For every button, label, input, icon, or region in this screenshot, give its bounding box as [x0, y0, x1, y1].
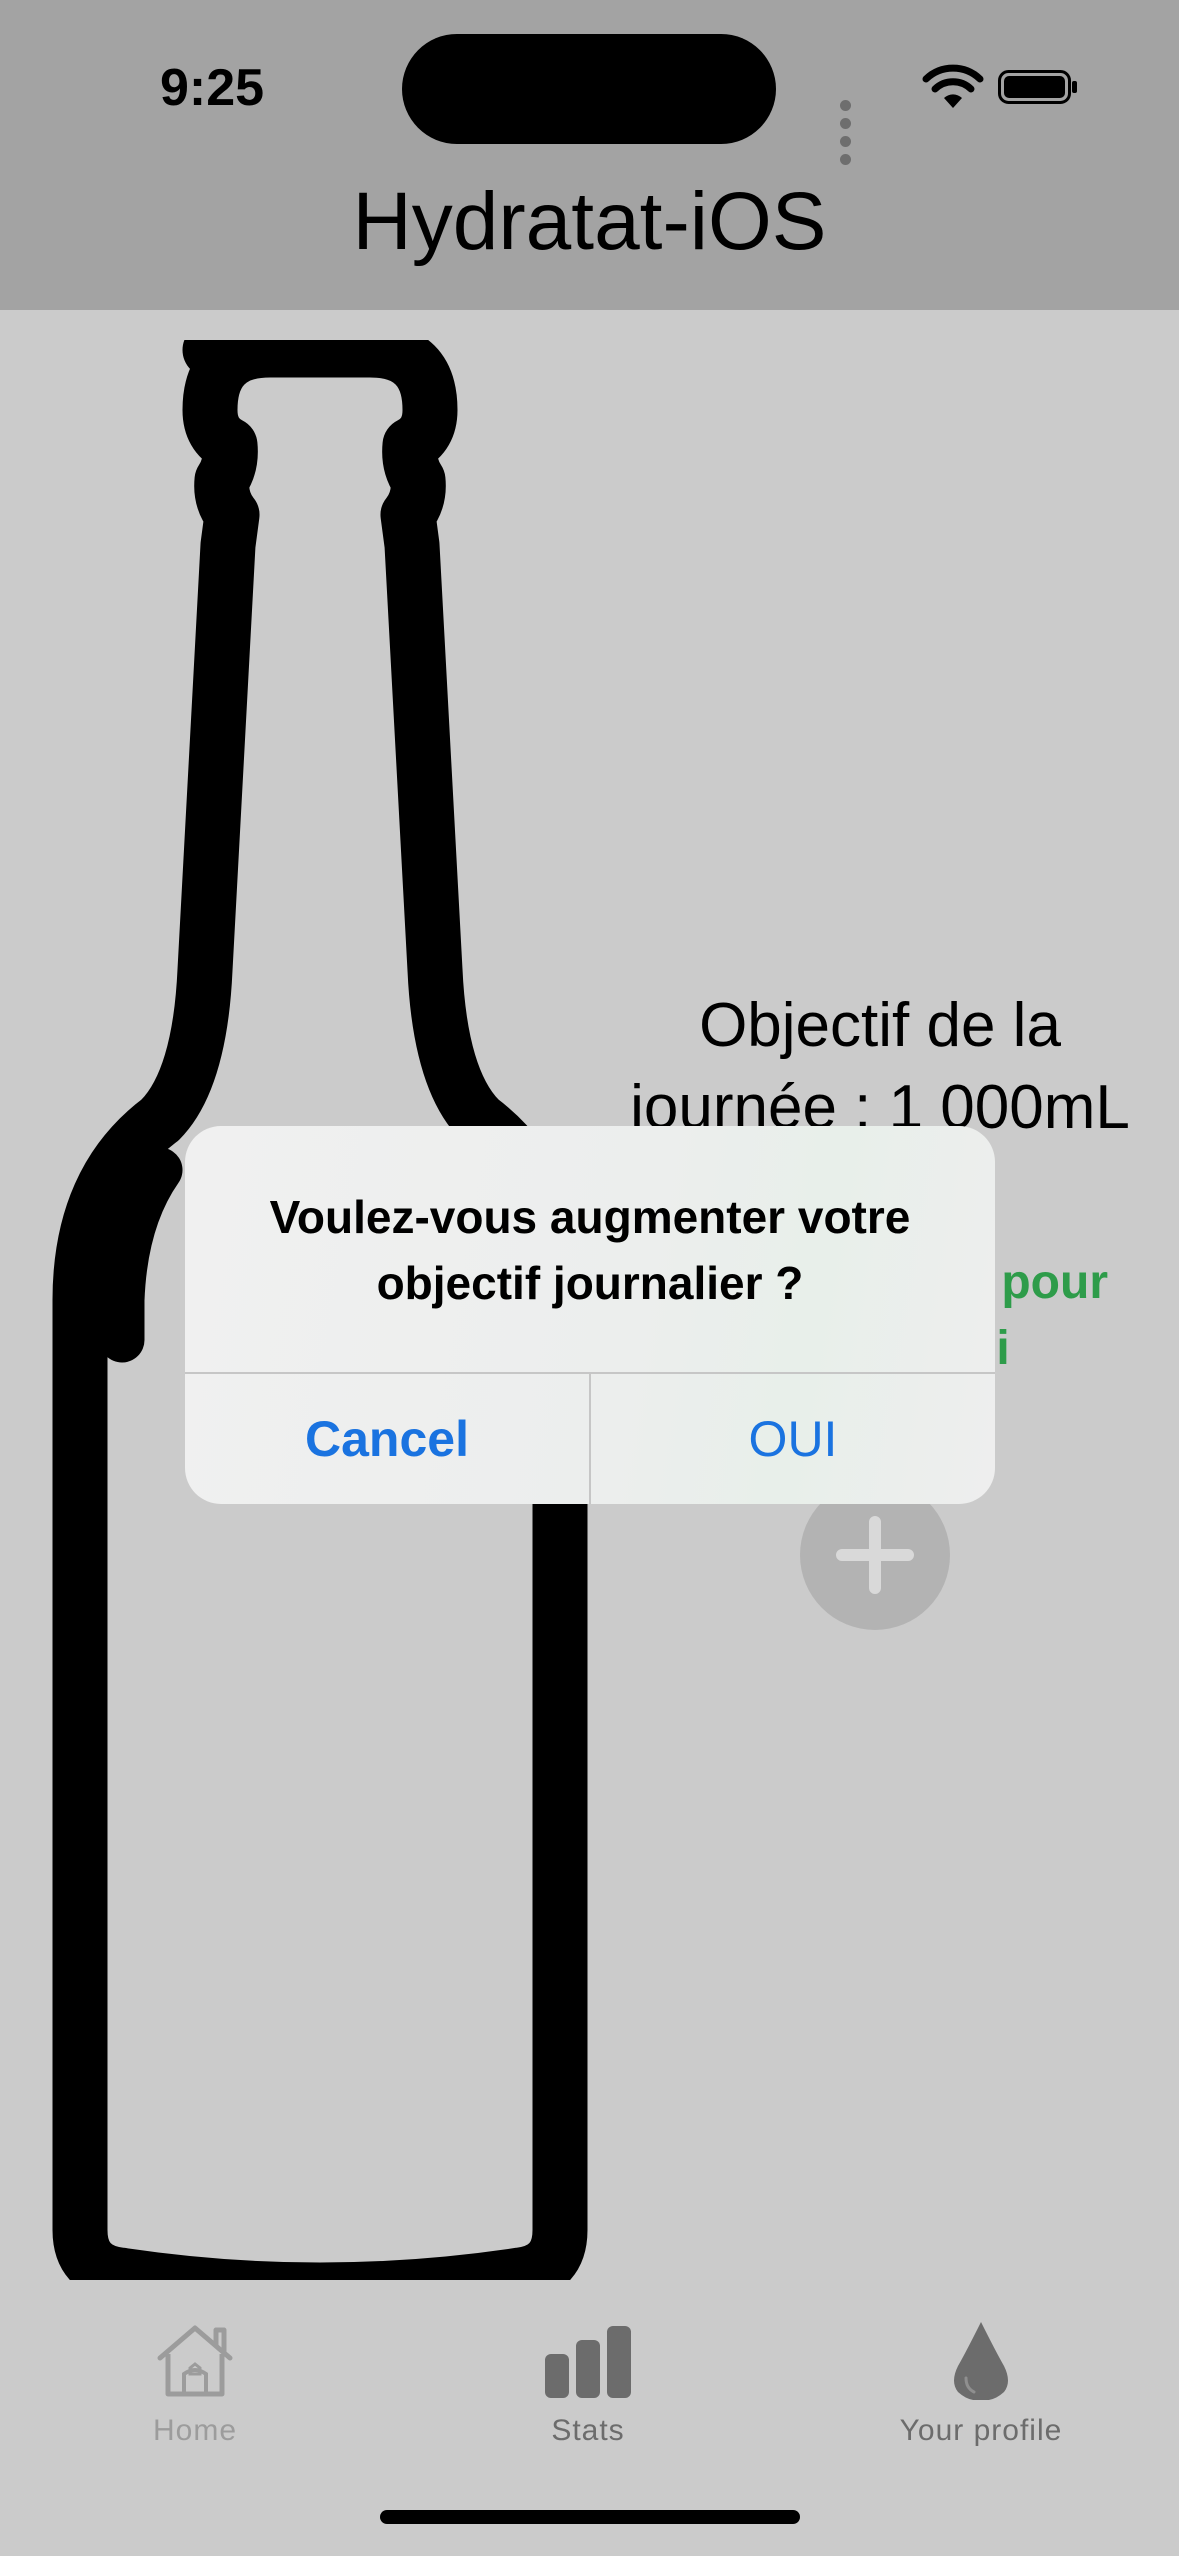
home-indicator[interactable] — [380, 2510, 800, 2524]
battery-icon — [998, 70, 1077, 104]
alert-message: Voulez-vous augmenter votre objectif jou… — [269, 1191, 911, 1309]
confirm-alert-dialog: Voulez-vous augmenter votre objectif jou… — [185, 1126, 995, 1504]
tab-home-label: Home — [152, 2414, 238, 2447]
cellular-signal-icon — [840, 98, 856, 170]
tab-stats[interactable]: Stats — [438, 2320, 738, 2448]
tab-profile[interactable]: Your profile — [831, 2320, 1131, 2448]
house-icon — [157, 2325, 233, 2397]
navigation-header: 9:25 Hydratat-iOS — [0, 0, 1179, 310]
tab-stats-label: Stats — [551, 2414, 625, 2447]
daily-objective-text: Objectif de la journée : 1 000mL — [630, 991, 1130, 1142]
status-time: 9:25 — [160, 59, 265, 117]
cancel-button[interactable]: Cancel — [185, 1374, 589, 1504]
app-title: Hydratat-iOS — [352, 176, 827, 267]
drop-icon — [954, 2322, 1008, 2400]
tab-home[interactable]: Home — [45, 2320, 345, 2448]
dynamic-island — [402, 34, 776, 144]
bar-chart-icon — [545, 2326, 631, 2398]
oui-button[interactable]: OUI — [591, 1374, 995, 1504]
tab-profile-label: Your profile — [899, 2414, 1063, 2447]
wifi-icon — [922, 64, 984, 108]
